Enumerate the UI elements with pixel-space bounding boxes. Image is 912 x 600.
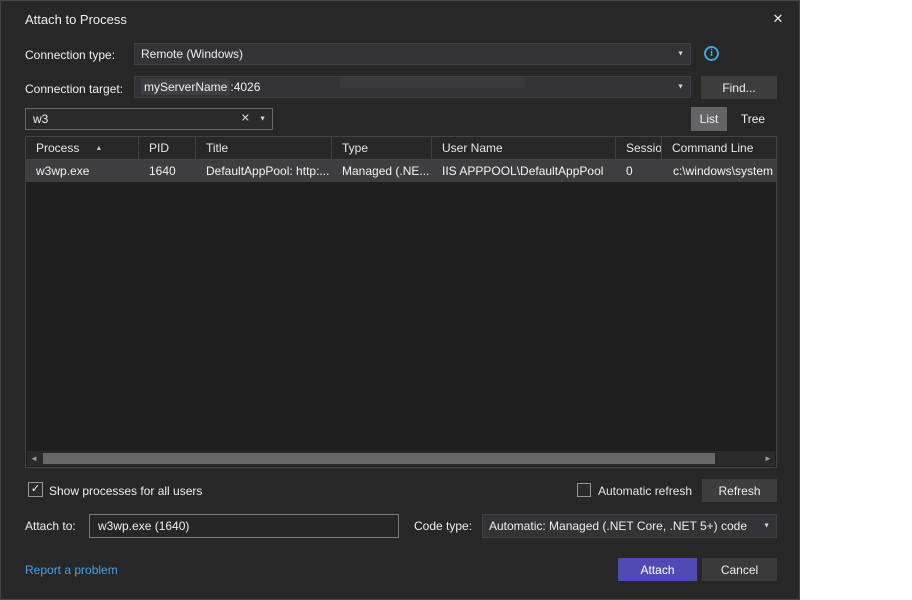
automatic-refresh-checkbox[interactable] bbox=[577, 483, 591, 497]
automatic-refresh-label: Automatic refresh bbox=[598, 484, 692, 498]
attach-to-process-dialog: Attach to Process ✕ Connection type: Rem… bbox=[0, 0, 800, 600]
process-filter-box: ✕ ▼ bbox=[25, 108, 273, 130]
view-list-button[interactable]: List bbox=[691, 107, 727, 131]
connection-type-dropdown[interactable]: Remote (Windows) ▼ bbox=[134, 43, 691, 65]
code-type-value: Automatic: Managed (.NET Core, .NET 5+) … bbox=[489, 519, 747, 533]
process-filter-input[interactable] bbox=[26, 112, 226, 126]
attach-to-field[interactable] bbox=[90, 518, 380, 534]
show-all-users-label: Show processes for all users bbox=[49, 484, 202, 498]
connection-target-dropdown[interactable]: myServerName :4026 ▼ bbox=[134, 76, 691, 98]
cell-username: IIS APPPOOL\DefaultAppPool bbox=[432, 164, 616, 178]
cell-session: 0 bbox=[616, 164, 662, 178]
attach-to-label: Attach to: bbox=[25, 519, 76, 533]
chevron-down-icon[interactable]: ▼ bbox=[259, 116, 266, 123]
column-header-pid[interactable]: PID bbox=[139, 137, 196, 159]
chevron-down-icon: ▼ bbox=[677, 51, 684, 58]
column-header-title[interactable]: Title bbox=[196, 137, 332, 159]
connection-target-label: Connection target: bbox=[25, 82, 123, 96]
cell-type: Managed (.NE... bbox=[332, 164, 432, 178]
connection-target-host: myServerName bbox=[141, 79, 230, 95]
connection-type-value: Remote (Windows) bbox=[141, 47, 243, 61]
column-header-type[interactable]: Type bbox=[332, 137, 432, 159]
cell-process: w3wp.exe bbox=[26, 164, 139, 178]
cancel-button[interactable]: Cancel bbox=[702, 558, 777, 581]
horizontal-scrollbar[interactable]: ◄ ► bbox=[27, 451, 775, 466]
attach-to-field-box bbox=[89, 514, 399, 538]
attach-button[interactable]: Attach bbox=[618, 558, 697, 581]
sort-ascending-icon: ▲ bbox=[95, 145, 102, 152]
check-icon: ✓ bbox=[31, 484, 40, 495]
find-button[interactable]: Find... bbox=[701, 76, 777, 99]
target-ghost-highlight bbox=[340, 77, 525, 88]
scroll-right-icon[interactable]: ► bbox=[761, 451, 775, 466]
code-type-dropdown[interactable]: Automatic: Managed (.NET Core, .NET 5+) … bbox=[482, 514, 777, 538]
scrollbar-thumb[interactable] bbox=[43, 453, 715, 464]
info-icon[interactable]: i bbox=[704, 46, 719, 61]
process-table-header: Process ▲ PID Title Type User Name Sessi… bbox=[26, 137, 776, 160]
clear-filter-icon[interactable]: ✕ bbox=[241, 114, 250, 125]
column-header-process[interactable]: Process ▲ bbox=[26, 137, 139, 159]
cell-pid: 1640 bbox=[139, 164, 196, 178]
connection-target-port: :4026 bbox=[230, 80, 260, 94]
chevron-down-icon: ▼ bbox=[677, 84, 684, 91]
close-icon[interactable]: ✕ bbox=[767, 9, 789, 29]
dialog-title: Attach to Process bbox=[25, 12, 127, 27]
cell-title: DefaultAppPool: http:... bbox=[196, 164, 332, 178]
report-a-problem-link[interactable]: Report a problem bbox=[25, 563, 118, 577]
scroll-left-icon[interactable]: ◄ bbox=[27, 451, 41, 466]
process-table: Process ▲ PID Title Type User Name Sessi… bbox=[25, 136, 777, 468]
column-header-commandline[interactable]: Command Line bbox=[662, 137, 776, 159]
cell-commandline: c:\windows\system bbox=[662, 164, 776, 178]
chevron-down-icon: ▼ bbox=[763, 523, 770, 530]
show-all-users-checkbox[interactable]: ✓ bbox=[28, 482, 43, 497]
code-type-label: Code type: bbox=[414, 519, 472, 533]
column-header-session[interactable]: Session bbox=[616, 137, 662, 159]
table-row-selected[interactable]: w3wp.exe 1640 DefaultAppPool: http:... M… bbox=[26, 160, 776, 182]
refresh-button[interactable]: Refresh bbox=[702, 479, 777, 502]
view-tree-button[interactable]: Tree bbox=[733, 107, 773, 131]
column-header-username[interactable]: User Name bbox=[432, 137, 616, 159]
connection-type-label: Connection type: bbox=[25, 48, 115, 62]
